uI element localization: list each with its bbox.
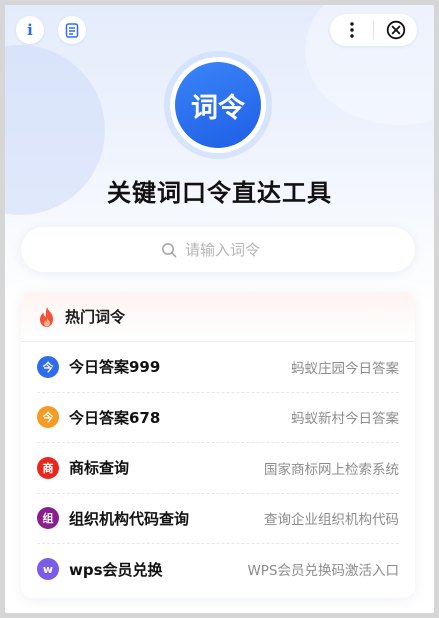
info-icon: i xyxy=(27,21,33,39)
item-description: WPS会员兑换码激活入口 xyxy=(247,563,399,580)
item-badge-icon: w xyxy=(37,558,59,581)
item-description: 查询企业组织机构代码 xyxy=(264,512,399,529)
close-button[interactable] xyxy=(374,14,417,46)
info-button[interactable]: i xyxy=(16,16,44,44)
item-title: 今日答案999 xyxy=(69,358,161,377)
item-description: 蚂蚁新村今日答案 xyxy=(291,411,399,428)
more-vertical-icon xyxy=(349,22,354,38)
close-icon xyxy=(386,20,405,40)
app-logo: 词令 xyxy=(175,62,261,148)
hot-commands-list: 今 今日答案999 蚂蚁庄园今日答案 今 今日答案678 蚂蚁新村今日答案 商 … xyxy=(21,342,415,595)
item-badge-icon: 组 xyxy=(37,507,59,530)
item-badge-icon: 商 xyxy=(37,456,59,479)
item-title: 今日答案678 xyxy=(69,408,161,427)
search-bar[interactable] xyxy=(21,227,415,272)
list-item[interactable]: 组 组织机构代码查询 查询企业组织机构代码 xyxy=(37,494,399,544)
hot-commands-title: 热门词令 xyxy=(65,308,126,326)
list-item[interactable]: 今 今日答案999 蚂蚁庄园今日答案 xyxy=(37,342,399,393)
document-icon xyxy=(65,22,79,38)
page-title: 关键词口令直达工具 xyxy=(107,179,332,207)
search-input[interactable] xyxy=(185,240,275,259)
list-item[interactable]: w wps会员兑换 WPS会员兑换码激活入口 xyxy=(37,544,399,595)
hot-commands-card: 热门词令 今 今日答案999 蚂蚁庄园今日答案 今 今日答案678 蚂蚁新村今日… xyxy=(21,292,415,598)
fire-icon xyxy=(40,306,53,327)
item-title: wps会员兑换 xyxy=(69,560,163,579)
item-badge-icon: 今 xyxy=(37,355,59,378)
item-title: 商标查询 xyxy=(69,459,130,478)
document-button[interactable] xyxy=(58,16,86,44)
search-icon xyxy=(162,242,177,257)
hot-commands-header: 热门词令 xyxy=(21,292,415,342)
mini-app-panel: i 词令 关键词口令直达工具 请输入词令 热门词令 今 今日答案999 蚂蚁庄园… xyxy=(5,5,434,613)
window-capsule xyxy=(330,14,417,46)
list-item[interactable]: 商 商标查询 国家商标网上检索系统 xyxy=(37,443,399,494)
item-description: 国家商标网上检索系统 xyxy=(264,461,399,478)
item-badge-icon: 今 xyxy=(37,406,59,429)
more-button[interactable] xyxy=(330,14,373,46)
item-title: 组织机构代码查询 xyxy=(69,509,190,528)
list-item[interactable]: 今 今日答案678 蚂蚁新村今日答案 xyxy=(37,393,399,443)
item-description: 蚂蚁庄园今日答案 xyxy=(291,360,399,377)
